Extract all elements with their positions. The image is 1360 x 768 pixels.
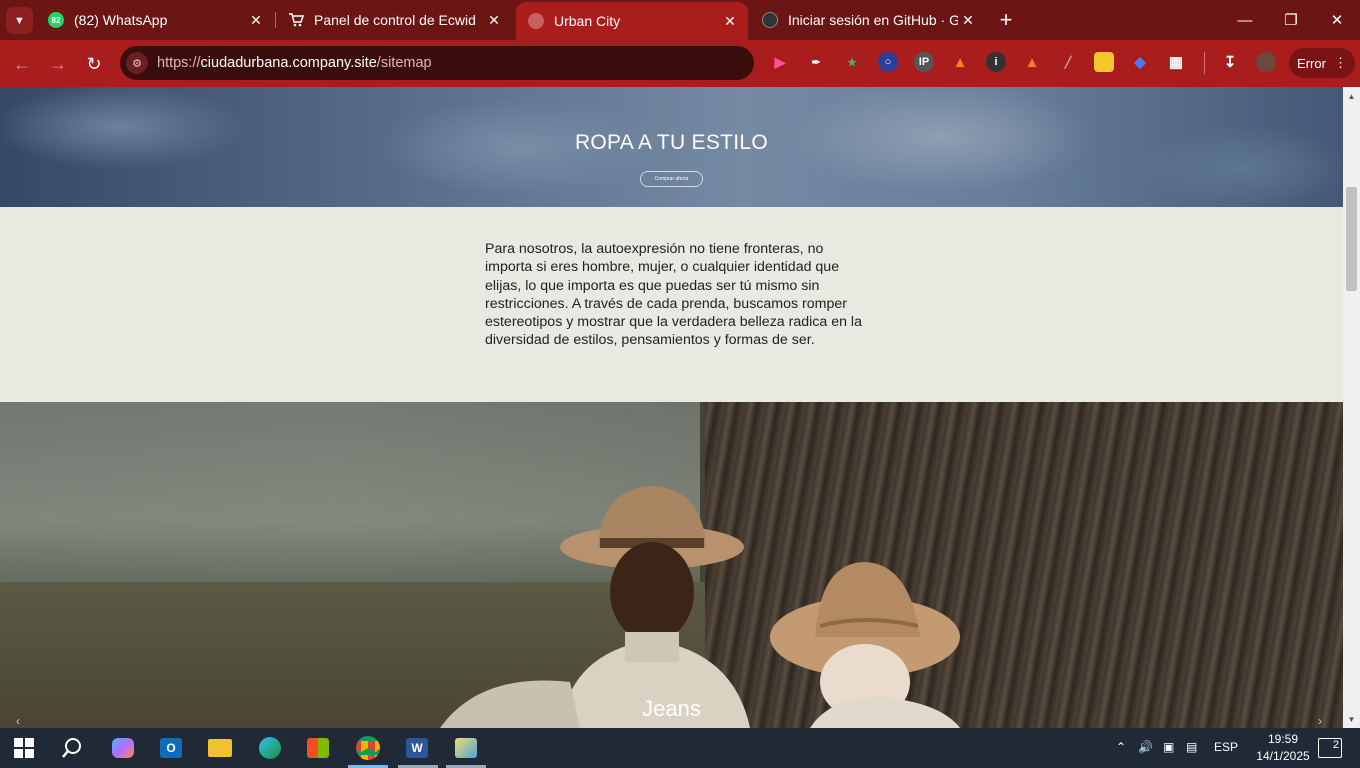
tag-extension-icon[interactable]: ◆ bbox=[1130, 52, 1150, 72]
forward-button[interactable]: → bbox=[44, 50, 72, 78]
url-scheme: https:// bbox=[157, 55, 201, 71]
store-icon[interactable] bbox=[303, 733, 333, 763]
scroll-up-icon[interactable]: ▲ bbox=[1343, 88, 1360, 104]
scroll-down-icon[interactable]: ▼ bbox=[1343, 711, 1360, 727]
github-icon bbox=[762, 12, 778, 28]
scrollbar-thumb[interactable] bbox=[1346, 187, 1357, 291]
toolbar-separator bbox=[1204, 52, 1205, 74]
minimize-button[interactable]: — bbox=[1222, 0, 1268, 40]
cart-icon bbox=[288, 12, 304, 28]
video-extension-icon[interactable]: ▶ bbox=[770, 52, 790, 72]
profile-avatar[interactable] bbox=[1256, 52, 1276, 72]
outlook-icon[interactable]: O bbox=[156, 733, 186, 763]
extensions-puzzle-icon[interactable]: ▦ bbox=[1166, 52, 1186, 72]
tab-github[interactable]: Iniciar sesión en GitHub · GitHub ✕ bbox=[750, 0, 986, 40]
man-with-hat-image bbox=[440, 486, 750, 728]
whatsapp-icon: 82 bbox=[48, 12, 64, 28]
reload-button[interactable]: ↻ bbox=[80, 50, 108, 78]
slider-prev-icon[interactable]: ‹ bbox=[16, 714, 20, 728]
tab-title: (82) WhatsApp bbox=[74, 12, 168, 28]
volume-icon[interactable]: 🔊 bbox=[1138, 740, 1153, 754]
language-indicator[interactable]: ESP bbox=[1214, 740, 1238, 754]
reload-icon: ↻ bbox=[86, 53, 102, 74]
ring-extension-icon[interactable]: ○ bbox=[878, 52, 898, 72]
copilot-icon[interactable] bbox=[108, 733, 138, 763]
url-path: /sitemap bbox=[376, 55, 432, 71]
slider-next-icon[interactable]: › bbox=[1318, 714, 1322, 728]
url-text[interactable]: https://ciudadurbana.company.site/sitema… bbox=[157, 55, 432, 71]
network-icon[interactable]: ▤ bbox=[1186, 740, 1197, 754]
hero-shop-button[interactable]: Comprar ahora bbox=[640, 171, 703, 187]
close-icon[interactable]: ✕ bbox=[720, 11, 740, 31]
pen-extension-icon[interactable]: ✒ bbox=[806, 52, 826, 72]
info-extension-icon[interactable]: i bbox=[986, 52, 1006, 72]
windows-taskbar bbox=[0, 728, 1360, 768]
close-window-button[interactable]: ✕ bbox=[1314, 0, 1360, 40]
new-tab-button[interactable]: + bbox=[992, 6, 1020, 34]
tool-extension-icon[interactable]: ╱ bbox=[1058, 52, 1078, 72]
hero-title: ROPA A TU ESTILO bbox=[574, 131, 769, 154]
back-button[interactable]: ← bbox=[8, 50, 36, 78]
more-vertical-icon: ⋮ bbox=[1333, 55, 1347, 70]
start-button[interactable] bbox=[9, 733, 39, 763]
page-scrollbar[interactable] bbox=[1343, 87, 1360, 728]
intro-paragraph: Para nosotros, la autoexpresión no tiene… bbox=[485, 241, 862, 349]
tab-title: Iniciar sesión en GitHub · GitHub bbox=[788, 12, 958, 28]
page-viewport: ROPA A TU ESTILO Comprar ahora Para noso… bbox=[0, 87, 1343, 728]
address-bar[interactable]: ⚙ https://ciudadurbana.company.site/site… bbox=[120, 46, 754, 80]
url-host: ciudadurbana.company.site bbox=[200, 55, 377, 71]
tab-urban-city[interactable]: Urban City ✕ bbox=[516, 2, 748, 40]
restore-button[interactable]: ❐ bbox=[1268, 0, 1314, 40]
ip-extension-icon[interactable]: IP bbox=[914, 52, 934, 72]
site-info-icon[interactable]: ⚙ bbox=[126, 52, 148, 74]
edge-icon[interactable] bbox=[255, 733, 285, 763]
globe-icon bbox=[528, 13, 544, 29]
meet-icon[interactable]: ▣ bbox=[1163, 740, 1174, 754]
windows-logo-icon bbox=[14, 738, 34, 758]
sticky-app-icon[interactable] bbox=[451, 733, 481, 763]
restore-icon: ❐ bbox=[1284, 12, 1298, 29]
file-explorer-icon[interactable] bbox=[205, 733, 235, 763]
download-icon[interactable]: ↧ bbox=[1220, 52, 1240, 72]
tab-search-button[interactable]: ▼ bbox=[6, 7, 33, 34]
banner-caption: Jeans bbox=[642, 696, 701, 721]
notes-extension-icon[interactable] bbox=[1094, 52, 1114, 72]
fox-extension-icon[interactable]: ▲ bbox=[950, 52, 970, 72]
flame-extension-icon[interactable]: ▲ bbox=[1022, 52, 1042, 72]
clock-date: 14/1/2025 bbox=[1256, 749, 1310, 763]
browser-toolbar: ← → ↻ ⚙ https://ciudadurbana.company.sit… bbox=[0, 40, 1360, 87]
arrow-left-icon: ← bbox=[13, 53, 31, 74]
plus-icon: + bbox=[999, 7, 1013, 32]
profile-error-button[interactable]: Error ⋮ bbox=[1289, 48, 1355, 78]
hero-banner: ROPA A TU ESTILO Comprar ahora bbox=[0, 87, 1343, 207]
chevron-down-icon: ▼ bbox=[14, 14, 25, 27]
taskbar-clock[interactable]: 19:59 14/1/2025 bbox=[1250, 731, 1316, 765]
close-icon: ✕ bbox=[1330, 12, 1344, 29]
tray-chevron-icon[interactable]: ⌃ bbox=[1116, 740, 1126, 754]
frog-extension-icon[interactable]: ★ bbox=[842, 52, 862, 72]
clock-time: 19:59 bbox=[1267, 732, 1299, 746]
close-icon[interactable]: ✕ bbox=[484, 10, 504, 30]
arrow-right-icon: → bbox=[49, 53, 67, 74]
close-icon[interactable]: ✕ bbox=[958, 10, 978, 30]
tab-title: Panel de control de Ecwid bbox=[314, 12, 476, 28]
tab-whatsapp[interactable]: 82 (82) WhatsApp ✕ bbox=[36, 0, 274, 40]
minimize-icon: — bbox=[1237, 11, 1253, 29]
chrome-icon[interactable] bbox=[353, 733, 383, 763]
search-button[interactable] bbox=[57, 733, 87, 763]
word-icon[interactable]: W bbox=[402, 733, 432, 763]
jeans-banner[interactable]: Jeans ‹ › bbox=[0, 402, 1343, 728]
tab-title: Urban City bbox=[554, 13, 621, 29]
close-icon[interactable]: ✕ bbox=[246, 10, 266, 30]
notifications-button[interactable]: 2 bbox=[1318, 738, 1342, 758]
error-label: Error bbox=[1297, 55, 1326, 71]
tab-ecwid[interactable]: Panel de control de Ecwid ✕ bbox=[276, 0, 512, 40]
search-icon bbox=[62, 738, 81, 758]
intro-section: Para nosotros, la autoexpresión no tiene… bbox=[0, 207, 1343, 402]
notification-count: 2 bbox=[1332, 739, 1339, 751]
